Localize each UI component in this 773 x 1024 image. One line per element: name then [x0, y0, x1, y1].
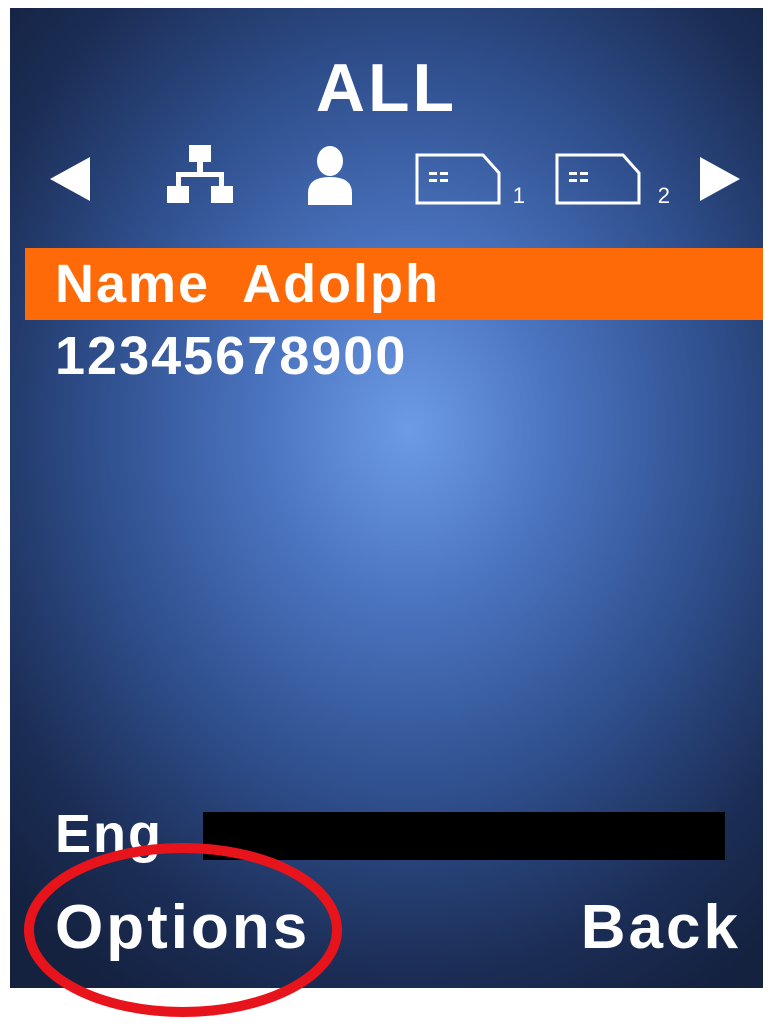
sim-card-icon: [555, 153, 641, 205]
sim-card-icon: [415, 153, 501, 205]
contact-list: Name Adolph 12345678900: [10, 248, 763, 392]
list-item-selected[interactable]: Name Adolph: [25, 248, 763, 320]
back-button[interactable]: Back: [581, 888, 741, 968]
contact-name: Name Adolph: [55, 254, 441, 314]
arrow-left-icon[interactable]: [50, 157, 90, 201]
list-item[interactable]: 12345678900: [10, 320, 763, 392]
tab-contacts[interactable]: [300, 143, 360, 213]
search-input-line: Eng: [55, 798, 755, 870]
person-icon: [308, 146, 352, 205]
sim-slot-number: 2: [657, 183, 670, 208]
phone-screen: ALL 1 2 Name Adolph 12345678900 Eng Opti…: [10, 8, 763, 988]
options-button[interactable]: Options: [55, 888, 310, 968]
tab-groups[interactable]: [160, 143, 240, 213]
page-title: ALL: [315, 50, 458, 126]
tab-sim-2[interactable]: 2: [555, 143, 670, 213]
input-mode-label: Eng: [55, 804, 163, 864]
arrow-right-icon[interactable]: [700, 157, 740, 201]
tab-sim-1[interactable]: 1: [415, 143, 525, 213]
category-tab-bar: 1 2: [10, 143, 763, 213]
softkey-bar: Options Back: [10, 888, 763, 968]
group-hierarchy-icon: [167, 145, 233, 203]
sim-slot-number: 1: [512, 183, 525, 208]
search-input[interactable]: [203, 812, 725, 860]
contact-number: 12345678900: [55, 326, 408, 386]
